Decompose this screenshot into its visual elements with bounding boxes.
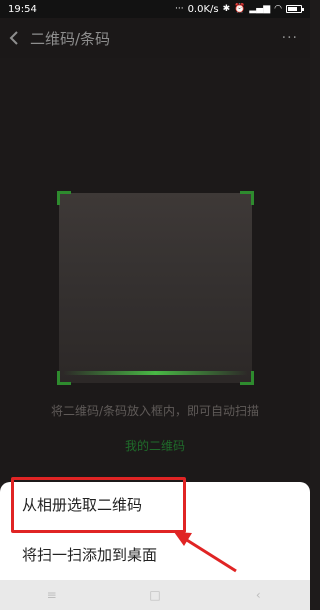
- frame-corner-top-right: [240, 191, 254, 205]
- chevron-left-icon[interactable]: [0, 18, 28, 58]
- signal-icon: ▂▄▆: [249, 4, 271, 14]
- status-bar: 19:54 ··· 0.0K/s ✱ ⏰ ▂▄▆ ◠: [0, 0, 310, 18]
- battery-icon: [286, 5, 304, 13]
- page-title: 二维码/条码: [30, 29, 111, 48]
- bluetooth-icon: ✱: [222, 4, 231, 14]
- status-right: ··· 0.0K/s ✱ ⏰ ▂▄▆ ◠: [174, 3, 304, 15]
- network-speed: 0.0K/s: [187, 3, 219, 15]
- back-icon[interactable]: ‹: [238, 588, 278, 602]
- status-time: 19:54: [8, 3, 37, 15]
- frame-corner-top-left: [57, 191, 71, 205]
- scan-frame: [57, 191, 254, 385]
- wifi-icon: ◠: [274, 4, 282, 14]
- highlight-box: [11, 477, 186, 533]
- title-bar: 二维码/条码 ···: [0, 18, 310, 58]
- navigation-bar: ≡ □ ‹: [0, 580, 310, 610]
- menu-icon[interactable]: ≡: [32, 588, 72, 602]
- home-icon[interactable]: □: [135, 588, 175, 602]
- scan-line: [63, 371, 248, 375]
- my-qr-code-link[interactable]: 我的二维码: [0, 437, 310, 454]
- alarm-icon: ⏰: [234, 4, 246, 14]
- scan-hint: 将二维码/条码放入框内，即可自动扫描: [50, 404, 260, 418]
- add-to-desktop-item[interactable]: 将扫一扫添加到桌面: [0, 534, 310, 574]
- more-dots-icon[interactable]: ···: [282, 30, 298, 46]
- more-dots-icon: ···: [174, 4, 184, 14]
